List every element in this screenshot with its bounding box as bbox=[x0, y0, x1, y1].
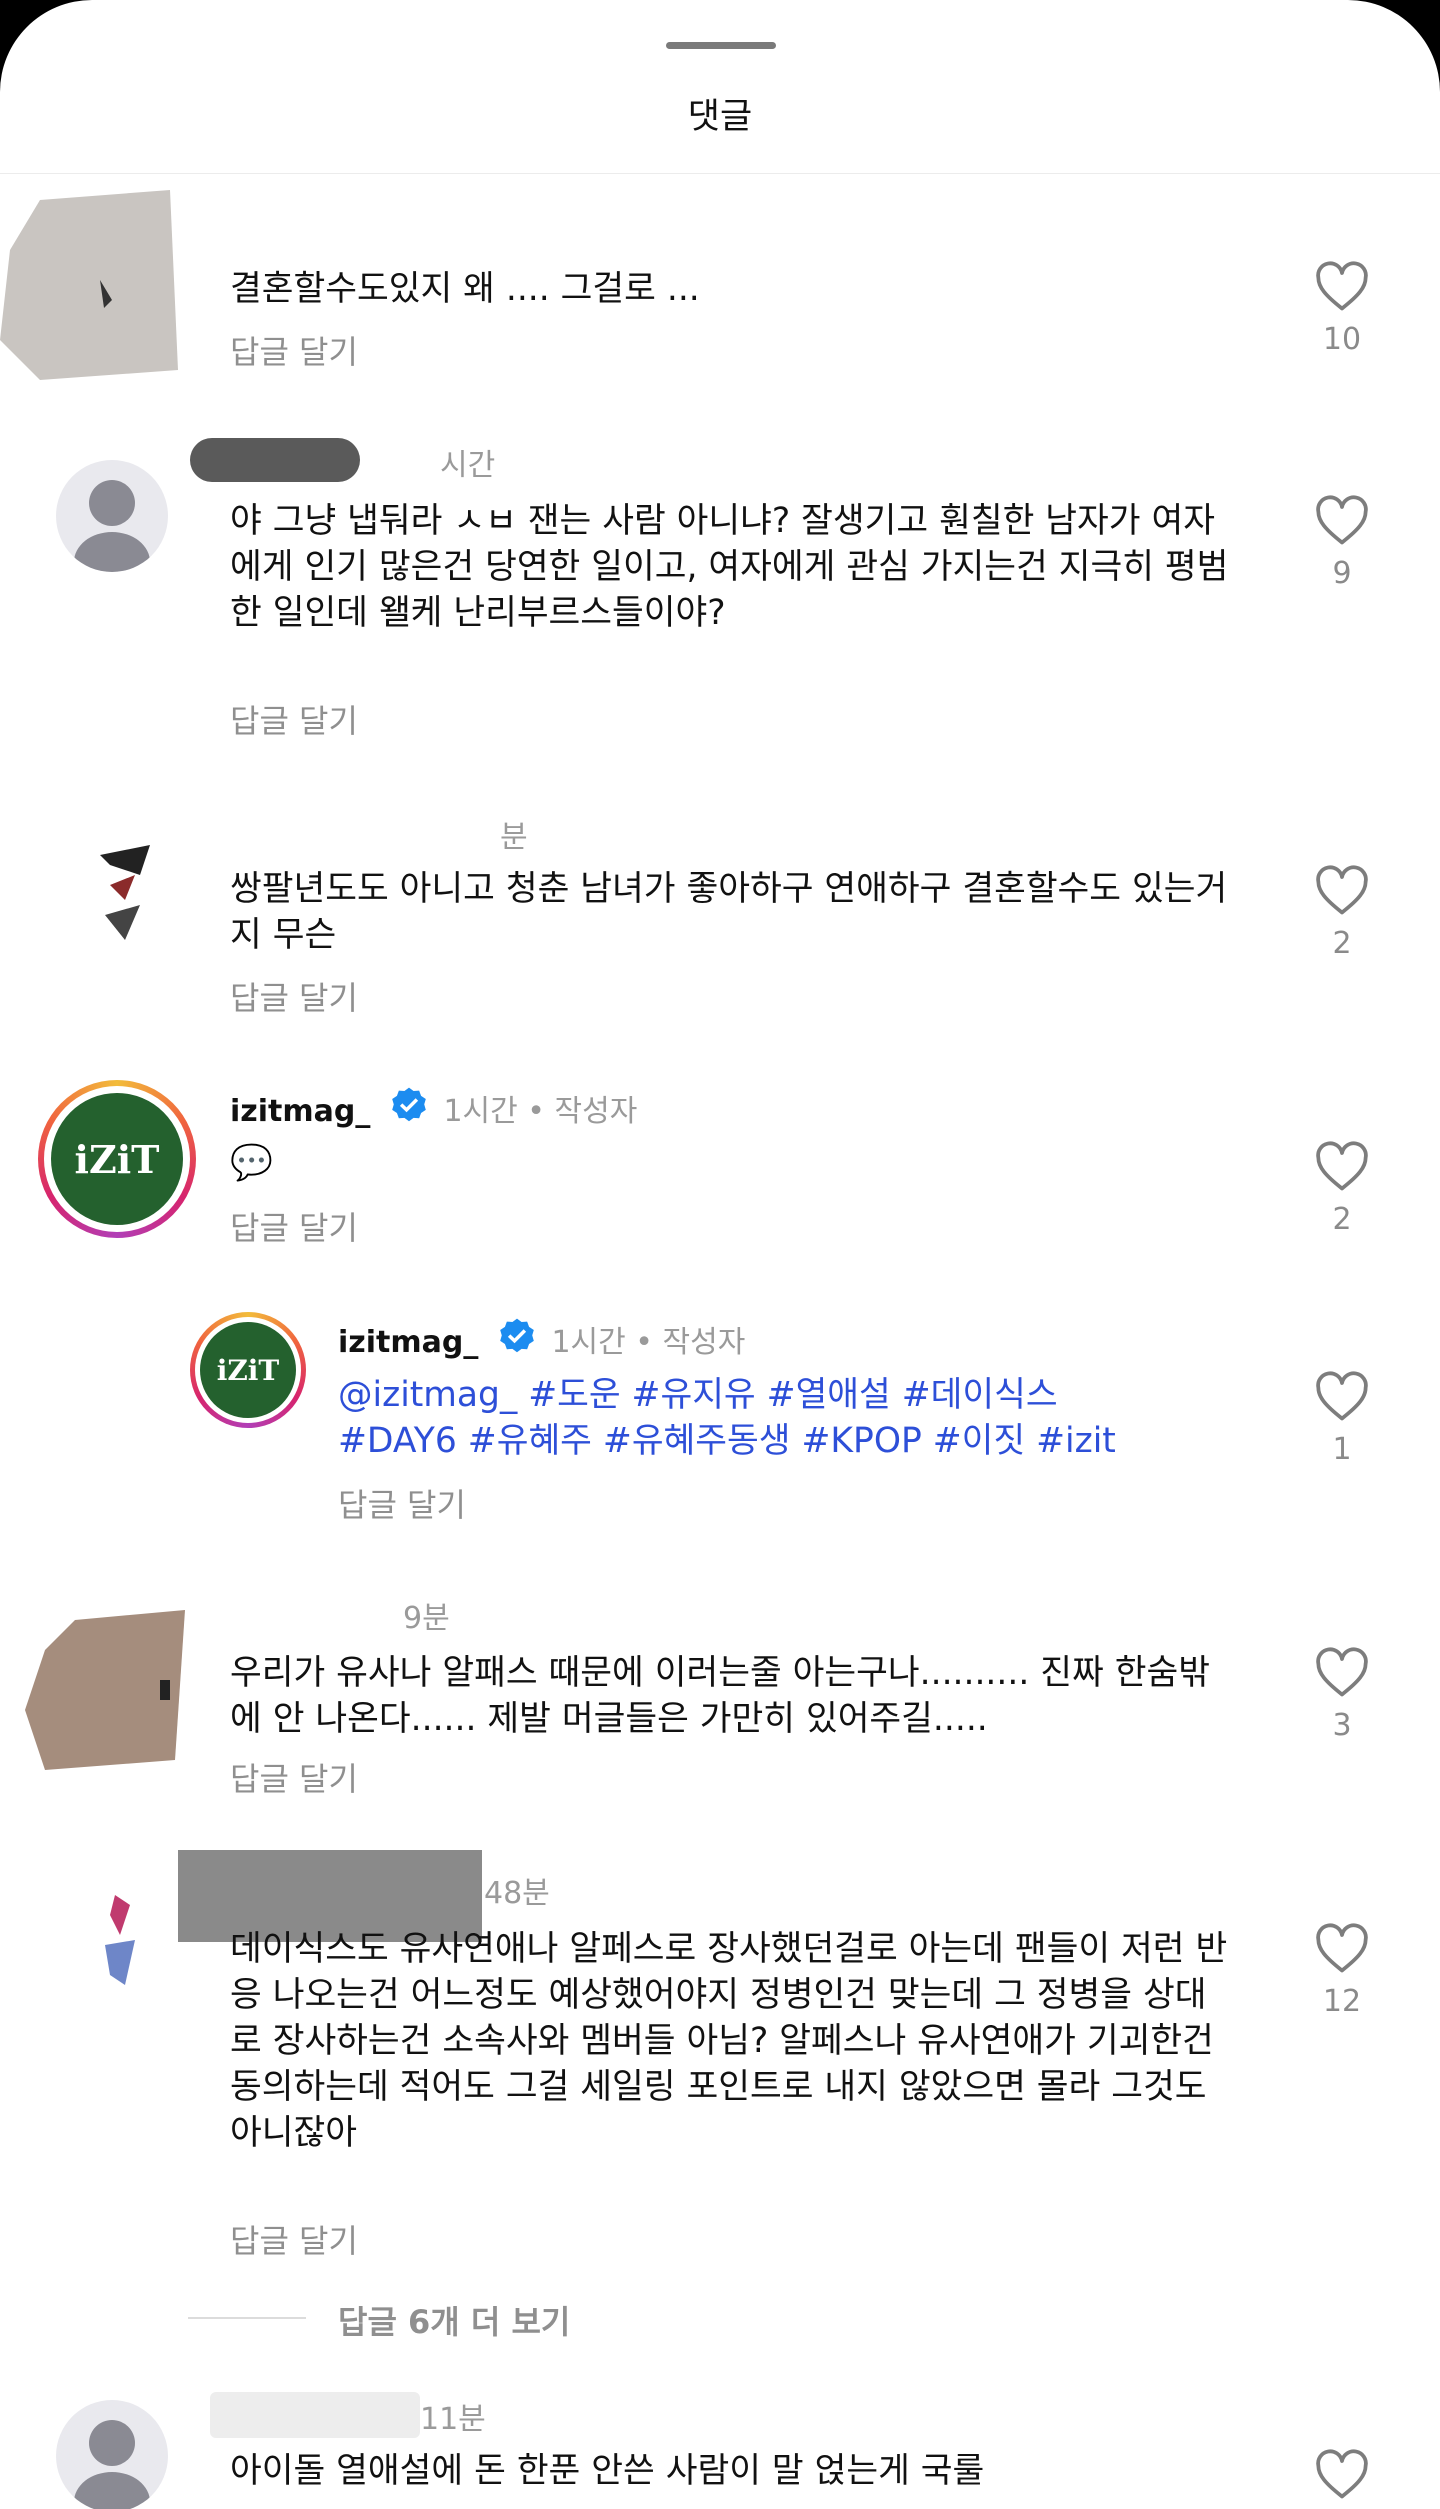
author-tag: 작성자 bbox=[554, 1094, 638, 1129]
reply-button[interactable]: 답글 달기 bbox=[230, 1203, 358, 1249]
hashtag-link[interactable]: #DAY6 bbox=[338, 1421, 457, 1461]
like-count: 3 bbox=[1332, 1708, 1352, 1743]
comment-text: 아이돌 열애설에 돈 한푼 안쓴 사람이 말 얹는게 국룰 bbox=[230, 2451, 985, 2491]
comment-text: 결혼할수도있지 왜 .... 그걸로 ... bbox=[230, 269, 700, 309]
like-button[interactable]: 2 bbox=[1300, 864, 1384, 961]
redacted-avatar-icon bbox=[0, 190, 178, 380]
like-count: 2 bbox=[1332, 1202, 1352, 1237]
reply-button[interactable]: 답글 달기 bbox=[338, 1480, 466, 1526]
izit-logo-icon: iZiT bbox=[51, 1093, 183, 1225]
avatar-story-ring[interactable]: iZiT bbox=[190, 1312, 306, 1428]
heart-icon bbox=[1316, 1141, 1368, 1191]
like-button[interactable]: 9 bbox=[1300, 494, 1384, 591]
avatar[interactable] bbox=[80, 845, 170, 955]
like-button[interactable]: 3 bbox=[1300, 1646, 1384, 1743]
tag-line-2: #DAY6 #유혜주 #유혜주동생 #KPOP #이짓 #izit bbox=[338, 1418, 1238, 1464]
heart-icon bbox=[1316, 261, 1368, 311]
comment-meta: 11분 bbox=[420, 2402, 486, 2437]
redacted-username bbox=[190, 438, 360, 482]
like-count: 10 bbox=[1322, 322, 1362, 357]
sheet-title: 댓글 bbox=[687, 97, 753, 137]
comment-time: 1시간 bbox=[443, 1094, 518, 1129]
heart-icon bbox=[1316, 865, 1368, 915]
like-button[interactable]: 12 bbox=[1300, 1922, 1384, 2019]
reply-button[interactable]: 답글 달기 bbox=[230, 1754, 358, 1800]
verified-icon bbox=[388, 1085, 430, 1135]
heart-icon bbox=[1316, 1371, 1368, 1421]
hashtag-link[interactable]: #유지유 bbox=[632, 1375, 756, 1415]
author-tag: 작성자 bbox=[662, 1325, 746, 1360]
like-button[interactable]: 10 bbox=[1300, 260, 1384, 357]
comment-meta: 48분 bbox=[484, 1876, 550, 1911]
comment-text: 야 그냥 냅둬라 ㅅㅂ 잰는 사람 아니냐? 잘생기고 훤칠한 남자가 여자에게… bbox=[230, 501, 1229, 633]
like-count: 1 bbox=[1332, 1432, 1352, 1467]
comment-meta: 시간 bbox=[440, 448, 496, 483]
hashtag-link[interactable]: #유혜주동생 bbox=[603, 1421, 791, 1461]
comment-text: 데이식스도 유사연애나 알페스로 장사했던걸로 아는데 팬들이 저런 반응 나오… bbox=[230, 1929, 1228, 2153]
reply-button[interactable]: 답글 달기 bbox=[230, 973, 358, 1019]
hashtag-link[interactable]: #유혜주 bbox=[468, 1421, 592, 1461]
more-replies-line bbox=[188, 2317, 306, 2319]
heart-icon bbox=[1316, 1923, 1368, 1973]
avatar[interactable] bbox=[56, 460, 168, 572]
avatar[interactable] bbox=[56, 2400, 168, 2509]
redacted-avatar-icon bbox=[100, 845, 150, 940]
tag-line-1: @izitmag_ #도운 #유지유 #열애설 #데이식스 bbox=[338, 1372, 1238, 1418]
reply-button[interactable]: 답글 달기 bbox=[230, 696, 358, 742]
redacted-avatar-icon bbox=[105, 1895, 135, 1985]
avatar[interactable] bbox=[90, 1895, 150, 1995]
comment-time: 1시간 bbox=[551, 1325, 626, 1360]
comment-text: 우리가 유사나 알패스 때문에 이러는줄 아는구나.......... 진짜 한… bbox=[230, 1653, 1210, 1739]
comment-meta: izitmag_ 1시간 • 작성자 bbox=[338, 1316, 745, 1366]
heart-icon bbox=[1316, 1647, 1368, 1697]
reply-button[interactable]: 답글 달기 bbox=[230, 327, 358, 373]
comment-text: @izitmag_ #도운 #유지유 #열애설 #데이식스 #DAY6 #유혜주… bbox=[338, 1372, 1238, 1464]
verified-icon bbox=[496, 1316, 538, 1366]
izit-logo-icon: iZiT bbox=[200, 1322, 296, 1418]
comment-meta: 분 bbox=[500, 820, 528, 855]
avatar[interactable] bbox=[25, 1610, 195, 1770]
username[interactable]: izitmag_ bbox=[230, 1094, 370, 1129]
hashtag-link[interactable]: #데이식스 bbox=[902, 1375, 1058, 1415]
like-count: 2 bbox=[1332, 926, 1352, 961]
header-divider bbox=[0, 173, 1440, 174]
hashtag-link[interactable]: #열애설 bbox=[767, 1375, 891, 1415]
like-button[interactable]: 1 bbox=[1300, 1370, 1384, 1467]
like-count: 12 bbox=[1322, 1984, 1362, 2019]
username[interactable]: izitmag_ bbox=[338, 1325, 478, 1360]
mention-link[interactable]: @izitmag_ bbox=[338, 1375, 517, 1415]
like-button[interactable] bbox=[1300, 2448, 1384, 2500]
hashtag-link[interactable]: #izit bbox=[1036, 1421, 1116, 1461]
hashtag-link[interactable]: #KPOP bbox=[801, 1421, 921, 1461]
comment-meta: izitmag_ 1시간 • 작성자 bbox=[230, 1085, 637, 1135]
reply-button[interactable]: 답글 달기 bbox=[230, 2216, 358, 2262]
avatar[interactable] bbox=[0, 190, 180, 380]
comment-text: 쌍팔년도도 아니고 청춘 남녀가 좋아하구 연애하구 결혼할수도 있는거지 무슨 bbox=[230, 869, 1228, 955]
avatar-story-ring[interactable]: iZiT bbox=[38, 1080, 196, 1238]
like-button[interactable]: 2 bbox=[1300, 1140, 1384, 1237]
view-more-replies-button[interactable]: 답글 6개 더 보기 bbox=[338, 2297, 570, 2343]
redacted-username bbox=[210, 2392, 420, 2438]
comment-meta: 9분 bbox=[403, 1601, 450, 1636]
drag-handle[interactable] bbox=[666, 42, 776, 49]
heart-icon bbox=[1316, 495, 1368, 545]
comment-text: 💬 bbox=[230, 1143, 273, 1183]
like-count: 9 bbox=[1332, 556, 1352, 591]
heart-icon bbox=[1316, 2449, 1368, 2499]
redacted-avatar-icon bbox=[25, 1610, 185, 1770]
hashtag-link[interactable]: #도운 bbox=[528, 1375, 620, 1415]
comments-sheet: 댓글 결혼할수도있지 왜 .... 그걸로 ... 답글 달기 10 시간 야 … bbox=[0, 0, 1440, 2509]
hashtag-link[interactable]: #이짓 bbox=[933, 1421, 1025, 1461]
